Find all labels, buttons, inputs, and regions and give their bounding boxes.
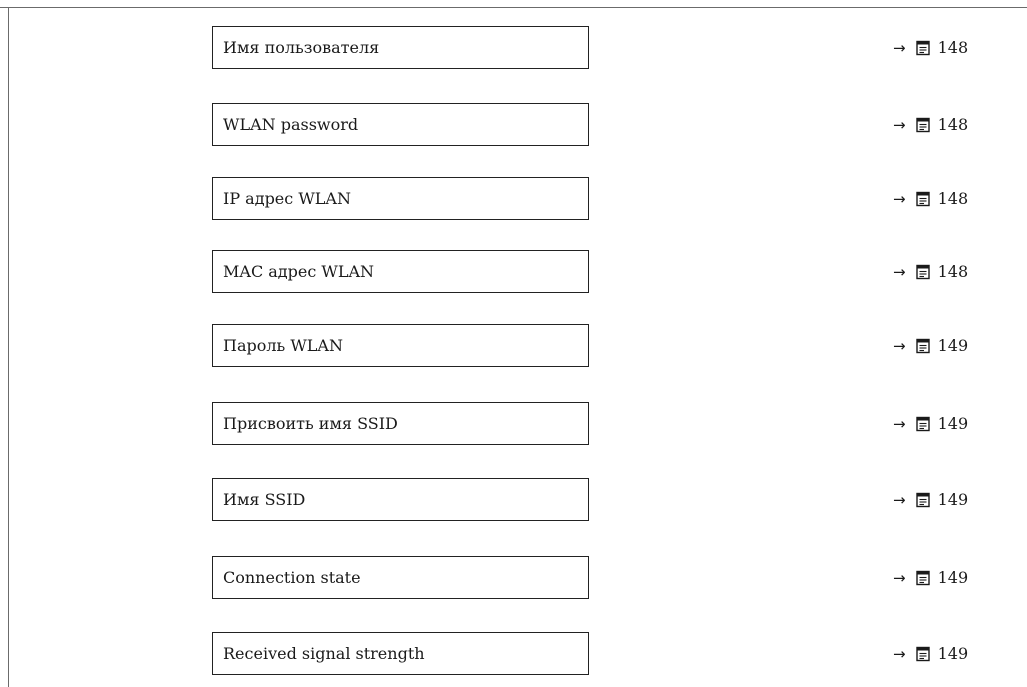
parameter-row: Connection state → 149 bbox=[0, 556, 1027, 599]
parameter-name-box: Received signal strength bbox=[212, 632, 589, 675]
parameter-name-box: Connection state bbox=[212, 556, 589, 599]
page-reference-icon bbox=[915, 338, 932, 354]
page-number: 148 bbox=[937, 115, 969, 134]
parameter-row: MAC адрес WLAN → 148 bbox=[0, 250, 1027, 293]
parameter-name: Received signal strength bbox=[223, 644, 425, 663]
page-reference-icon bbox=[915, 117, 932, 133]
page-reference[interactable]: → 148 bbox=[893, 250, 968, 293]
page-number: 149 bbox=[937, 644, 969, 663]
table-top-border bbox=[0, 7, 1027, 8]
parameter-name: Присвоить имя SSID bbox=[223, 414, 398, 433]
arrow-right-icon: → bbox=[893, 414, 906, 433]
parameter-name: Имя SSID bbox=[223, 490, 306, 509]
page-reference-icon bbox=[915, 191, 932, 207]
parameter-row: WLAN password → 148 bbox=[0, 103, 1027, 146]
page-reference-icon bbox=[915, 416, 932, 432]
arrow-right-icon: → bbox=[893, 115, 906, 134]
page-number: 149 bbox=[937, 568, 969, 587]
page-number: 148 bbox=[937, 189, 969, 208]
page-reference[interactable]: → 148 bbox=[893, 103, 968, 146]
arrow-right-icon: → bbox=[893, 38, 906, 57]
page-reference-icon bbox=[915, 646, 932, 662]
arrow-right-icon: → bbox=[893, 490, 906, 509]
parameter-name-box: Пароль WLAN bbox=[212, 324, 589, 367]
page-reference[interactable]: → 149 bbox=[893, 324, 968, 367]
page-number: 149 bbox=[937, 490, 969, 509]
arrow-right-icon: → bbox=[893, 189, 906, 208]
page-reference-icon bbox=[915, 264, 932, 280]
page-reference[interactable]: → 148 bbox=[893, 26, 968, 69]
arrow-right-icon: → bbox=[893, 262, 906, 281]
parameter-name: Пароль WLAN bbox=[223, 336, 343, 355]
parameter-row: Received signal strength → 149 bbox=[0, 632, 1027, 675]
page-number: 148 bbox=[937, 38, 969, 57]
page-number: 149 bbox=[937, 336, 969, 355]
parameter-name: MAC адрес WLAN bbox=[223, 262, 375, 281]
arrow-right-icon: → bbox=[893, 336, 906, 355]
parameter-row: Пароль WLAN → 149 bbox=[0, 324, 1027, 367]
parameter-name: IP адрес WLAN bbox=[223, 189, 351, 208]
page-reference-icon bbox=[915, 492, 932, 508]
parameter-name-box: Имя пользователя bbox=[212, 26, 589, 69]
parameter-row: Присвоить имя SSID → 149 bbox=[0, 402, 1027, 445]
arrow-right-icon: → bbox=[893, 644, 906, 663]
parameter-name-box: Присвоить имя SSID bbox=[212, 402, 589, 445]
page-number: 149 bbox=[937, 414, 969, 433]
page-reference[interactable]: → 149 bbox=[893, 556, 968, 599]
parameter-name-box: WLAN password bbox=[212, 103, 589, 146]
parameter-row: Имя SSID → 149 bbox=[0, 478, 1027, 521]
page-reference[interactable]: → 149 bbox=[893, 478, 968, 521]
page-reference[interactable]: → 149 bbox=[893, 402, 968, 445]
page-number: 148 bbox=[937, 262, 969, 281]
parameter-name-box: MAC адрес WLAN bbox=[212, 250, 589, 293]
page-reference[interactable]: → 148 bbox=[893, 177, 968, 220]
page-reference[interactable]: → 149 bbox=[893, 632, 968, 675]
parameter-name: Имя пользователя bbox=[223, 38, 380, 57]
page-reference-icon bbox=[915, 570, 932, 586]
parameter-name-box: Имя SSID bbox=[212, 478, 589, 521]
parameter-name: Connection state bbox=[223, 568, 361, 587]
parameter-name: WLAN password bbox=[223, 115, 359, 134]
parameter-row: Имя пользователя → 148 bbox=[0, 26, 1027, 69]
parameter-name-box: IP адрес WLAN bbox=[212, 177, 589, 220]
arrow-right-icon: → bbox=[893, 568, 906, 587]
parameter-row: IP адрес WLAN → 148 bbox=[0, 177, 1027, 220]
page-reference-icon bbox=[915, 40, 932, 56]
